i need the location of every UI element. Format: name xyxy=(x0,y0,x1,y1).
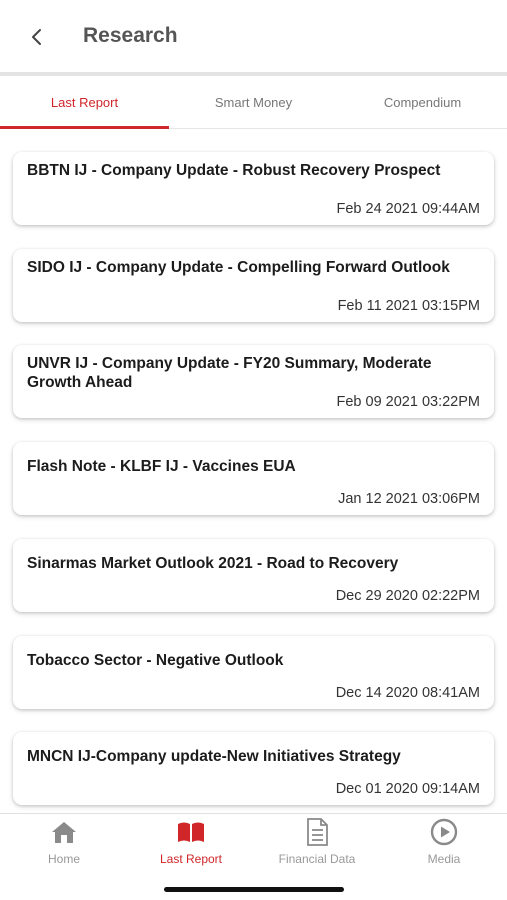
report-card[interactable]: Tobacco Sector - Negative Outlook Dec 14… xyxy=(13,636,494,709)
report-card[interactable]: MNCN IJ-Company update-New Initiatives S… xyxy=(13,732,494,805)
report-card[interactable]: Sinarmas Market Outlook 2021 - Road to R… xyxy=(13,539,494,612)
report-date: Dec 01 2020 09:14AM xyxy=(335,781,480,797)
report-date: Jan 12 2021 03:06PM xyxy=(338,491,480,507)
document-icon xyxy=(303,818,331,846)
tab-compendium[interactable]: Compendium xyxy=(338,76,507,128)
report-title: Tobacco Sector - Negative Outlook xyxy=(27,652,284,669)
tab-bar: Last Report Smart Money Compendium xyxy=(0,76,507,129)
nav-home-label: Home xyxy=(47,852,80,866)
report-title: Sinarmas Market Outlook 2021 - Road to R… xyxy=(27,555,399,572)
report-date: Dec 29 2020 02:22PM xyxy=(335,588,480,604)
report-date: Feb 11 2021 03:15PM xyxy=(337,298,480,314)
nav-financial-data[interactable]: Financial Data xyxy=(254,818,380,870)
book-icon xyxy=(177,818,205,846)
nav-home[interactable]: Home xyxy=(1,818,127,870)
report-title: MNCN IJ-Company update-New Initiatives S… xyxy=(27,748,401,765)
report-title: BBTN IJ - Company Update - Robust Recove… xyxy=(27,162,441,179)
play-icon xyxy=(430,818,458,846)
report-title: UNVR IJ - Company Update - FY20 Summary,… xyxy=(27,355,432,391)
report-card[interactable]: UNVR IJ - Company Update - FY20 Summary,… xyxy=(13,345,494,418)
home-icon xyxy=(50,818,78,846)
chevron-left-icon xyxy=(32,29,41,45)
report-date: Feb 09 2021 03:22PM xyxy=(336,394,481,410)
tab-smart-money[interactable]: Smart Money xyxy=(169,76,338,128)
page-title: Research xyxy=(83,24,178,47)
app-header: Research xyxy=(0,0,507,72)
bottom-nav: Home Last Report Financial Data Media xyxy=(0,813,507,900)
report-list: BBTN IJ - Company Update - Robust Recove… xyxy=(0,140,507,812)
report-card[interactable]: SIDO IJ - Company Update - Compelling Fo… xyxy=(13,249,494,322)
tab-last-report[interactable]: Last Report xyxy=(0,76,169,129)
nav-last-report[interactable]: Last Report xyxy=(128,818,254,870)
report-card[interactable]: BBTN IJ - Company Update - Robust Recove… xyxy=(13,152,494,225)
report-date: Feb 24 2021 09:44AM xyxy=(336,201,481,217)
report-title: SIDO IJ - Company Update - Compelling Fo… xyxy=(27,259,450,276)
back-button[interactable] xyxy=(22,22,52,52)
nav-last-report-label: Last Report xyxy=(159,852,223,866)
nav-financial-data-label: Financial Data xyxy=(278,852,356,866)
report-card[interactable]: Flash Note - KLBF IJ - Vaccines EUA Jan … xyxy=(13,442,494,515)
home-indicator[interactable] xyxy=(164,887,344,892)
nav-media-label: Media xyxy=(427,852,461,866)
nav-media[interactable]: Media xyxy=(381,818,507,870)
report-date: Dec 14 2020 08:41AM xyxy=(335,685,480,701)
report-title: Flash Note - KLBF IJ - Vaccines EUA xyxy=(27,458,296,475)
